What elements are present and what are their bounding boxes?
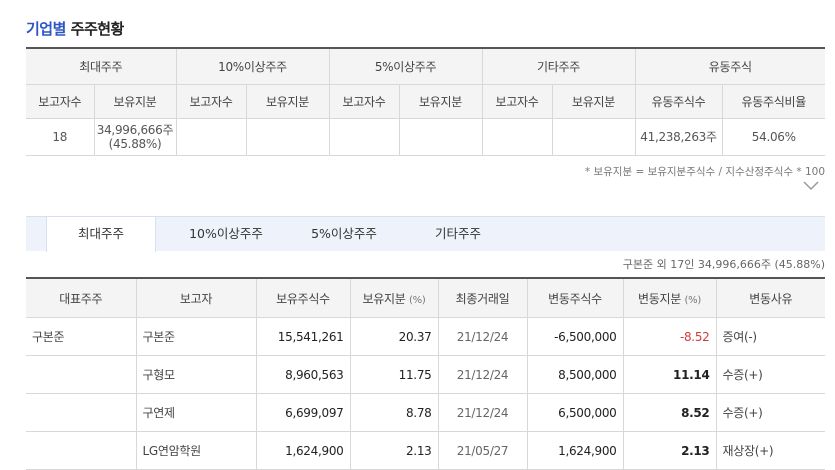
header-label: 보유지분	[362, 291, 406, 306]
column-header: 대표주주	[26, 278, 136, 318]
table-row: 구본준 구본준 15,541,261 20.37 21/12/24 -6,500…	[26, 317, 825, 356]
reason-cell: 증여(-)	[715, 317, 825, 356]
table-row: 18 34,996,666주 (45.88%) 41,238,263주 54.0…	[26, 118, 826, 156]
column-header: 최종거래일	[437, 278, 527, 318]
group-header: 10%이상주주	[175, 48, 330, 85]
column-header: 변동사유	[715, 278, 825, 318]
change-percent-cell: -8.52	[622, 317, 716, 356]
reason-cell: 수증(+)	[715, 355, 825, 394]
holding-cell: 34,996,666주 (45.88%)	[93, 118, 176, 156]
header-unit: (%)	[409, 294, 426, 306]
empty-cell	[398, 118, 483, 156]
table-row: 구형모 8,960,563 11.75 21/12/24 8,500,000 1…	[26, 355, 825, 394]
table-row: 구연제 6,699,097 8.78 21/12/24 6,500,000 8.…	[26, 393, 825, 432]
formula-note: * 보유지분 = 보유지분주식수 / 지수산정주식수 * 100	[584, 166, 825, 178]
float-ratio: 54.06%	[721, 118, 826, 156]
title-highlight: 기업별	[26, 20, 66, 38]
representative-cell	[26, 355, 136, 394]
column-header: 보유지분	[93, 84, 176, 119]
reporter-link[interactable]: 구연제	[135, 393, 256, 432]
chevron-down-icon[interactable]	[803, 181, 819, 191]
tab-largest-shareholder[interactable]: 최대주주	[46, 217, 156, 252]
column-header: 보유주식수	[255, 278, 350, 318]
date-cell: 21/12/24	[437, 393, 527, 432]
group-header: 최대주주	[26, 48, 176, 85]
shareholder-summary-table: 최대주주 10%이상주주 5%이상주주 기타주주 유동주식 보고자수 보유지분 …	[26, 47, 826, 156]
empty-cell	[481, 118, 553, 156]
change-shares-cell: 8,500,000	[526, 355, 623, 394]
reporter-link[interactable]: 구본준	[135, 317, 256, 356]
column-header: 보고자수	[328, 84, 400, 119]
holder-summary-text: 구본준 외 17인 34,996,666주 (45.88%)	[622, 258, 825, 271]
shares-cell: 6,699,097	[255, 393, 350, 432]
group-header: 기타주주	[481, 48, 636, 85]
date-cell: 21/12/24	[437, 355, 527, 394]
column-header: 유동주식비율	[721, 84, 826, 119]
header-label: 변동지분	[638, 291, 682, 306]
tab-other-shareholder[interactable]: 기타주주	[416, 217, 500, 251]
reporter-link[interactable]: 구형모	[135, 355, 256, 394]
title-text: 주주현황	[70, 20, 125, 38]
empty-cell	[551, 118, 636, 156]
holding-percent: (45.88%)	[108, 137, 162, 151]
column-header: 보유지분	[551, 84, 636, 119]
change-percent-cell: 11.14	[622, 355, 716, 394]
column-header: 보고자수	[26, 84, 94, 119]
shares-cell: 15,541,261	[255, 317, 350, 356]
empty-cell	[175, 118, 246, 156]
tab-10pct-shareholder[interactable]: 10%이상주주	[166, 217, 286, 251]
representative-cell: 구본준	[26, 317, 136, 356]
holding-shares: 34,996,666주	[96, 123, 174, 137]
column-header: 변동지분 (%)	[622, 278, 716, 318]
float-shares: 41,238,263주	[634, 118, 723, 156]
column-header: 보고자	[135, 278, 256, 318]
change-shares-cell: -6,500,000	[526, 317, 623, 356]
column-header: 보고자수	[175, 84, 246, 119]
column-header: 유동주식수	[634, 84, 723, 119]
group-header: 유동주식	[634, 48, 826, 85]
column-header: 보유지분 (%)	[349, 278, 438, 318]
shareholder-tabs: 최대주주 10%이상주주 5%이상주주 기타주주	[26, 216, 825, 252]
header-unit: (%)	[684, 294, 702, 306]
column-header: 변동주식수	[526, 278, 623, 318]
change-shares-cell: 6,500,000	[526, 393, 623, 432]
column-header: 보유지분	[245, 84, 330, 119]
representative-cell	[26, 393, 136, 432]
date-cell: 21/12/24	[437, 317, 527, 356]
column-header: 보고자수	[481, 84, 553, 119]
percent-cell: 11.75	[349, 355, 438, 394]
tab-5pct-shareholder[interactable]: 5%이상주주	[288, 217, 400, 251]
percent-cell: 8.78	[349, 393, 438, 432]
shares-cell: 8,960,563	[255, 355, 350, 394]
empty-cell	[245, 118, 330, 156]
change-percent-cell: 8.52	[622, 393, 716, 432]
percent-cell: 20.37	[349, 317, 438, 356]
reason-cell: 수증(+)	[715, 393, 825, 432]
reporter-count: 18	[26, 118, 94, 156]
page-title: 기업별 주주현황	[26, 18, 124, 39]
empty-cell	[328, 118, 400, 156]
shareholder-detail-table: 대표주주 보고자 보유주식수 보유지분 (%) 최종거래일 변동주식수 변동지분…	[26, 277, 825, 470]
group-header: 5%이상주주	[328, 48, 483, 85]
column-header: 보유지분	[398, 84, 483, 119]
